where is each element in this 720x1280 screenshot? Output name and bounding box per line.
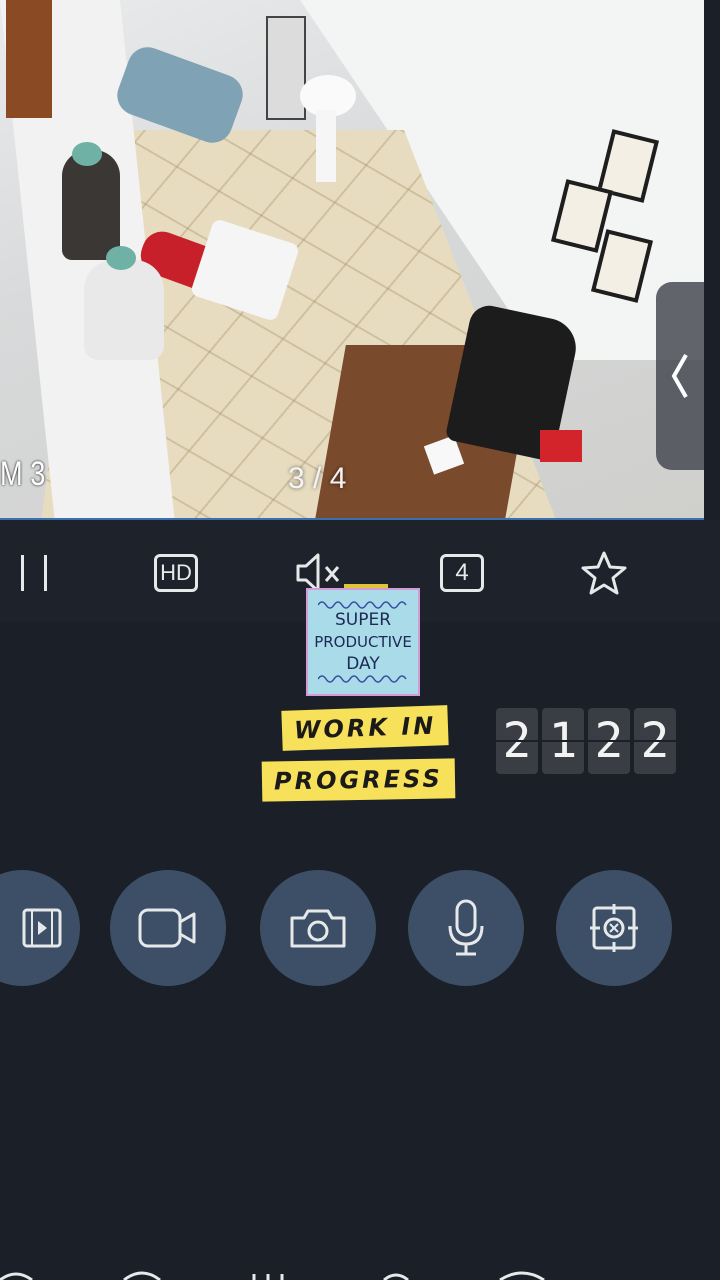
- hd-label: HD: [154, 554, 198, 592]
- sticker-flip-clock[interactable]: 2 1 2 2: [496, 708, 676, 774]
- split-count-label: 4: [440, 554, 484, 592]
- split-screen-button[interactable]: 4: [438, 550, 486, 596]
- camera-cap: [72, 142, 102, 166]
- note-line-2: PRODUCTIVE: [314, 633, 412, 651]
- pause-button[interactable]: [14, 550, 54, 596]
- pause-icon: [21, 555, 47, 591]
- side-panel-toggle[interactable]: [656, 282, 704, 470]
- snapshot-button[interactable]: [260, 870, 376, 986]
- video-playback-icon: [22, 908, 62, 948]
- camera-person: [62, 150, 120, 260]
- camera-cap: [106, 246, 136, 270]
- squiggle-decoration: [318, 601, 407, 609]
- camera-sink-stand: [316, 110, 336, 182]
- page-indicator: 3 / 4: [288, 462, 347, 495]
- sticker-progress[interactable]: PROGRESS: [261, 758, 456, 802]
- clock-digit: 2: [634, 708, 676, 774]
- microphone-icon: [448, 899, 484, 956]
- camera-door: [6, 0, 52, 118]
- bottom-tab-bar-peek: [0, 1271, 545, 1280]
- camera-red-object: [540, 430, 582, 462]
- channel-label: M 3: [0, 455, 46, 493]
- camera-view[interactable]: M 3 3 / 4: [0, 0, 704, 520]
- note-line-3: DAY: [346, 654, 380, 674]
- clock-digit: 2: [496, 708, 538, 774]
- clock-digit: 2: [588, 708, 630, 774]
- camera-shelf: [266, 16, 306, 120]
- hd-button[interactable]: HD: [150, 550, 202, 596]
- camera-snapshot-icon: [290, 909, 346, 948]
- chevron-left-icon: [671, 354, 688, 398]
- talk-button[interactable]: [408, 870, 524, 986]
- ptz-target-icon: [590, 904, 638, 952]
- favorite-button[interactable]: [578, 550, 630, 596]
- sticker-work-in[interactable]: WORK IN: [281, 705, 449, 751]
- clock-digit: 1: [542, 708, 584, 774]
- record-button[interactable]: [110, 870, 226, 986]
- camera-person: [84, 260, 164, 360]
- sticker-super-productive[interactable]: SUPER PRODUCTIVE DAY: [306, 588, 420, 696]
- video-record-icon: [138, 908, 196, 948]
- squiggle-decoration: [318, 675, 407, 683]
- note-line-1: SUPER: [334, 610, 392, 630]
- ptz-button[interactable]: [556, 870, 672, 986]
- star-icon: [581, 551, 627, 595]
